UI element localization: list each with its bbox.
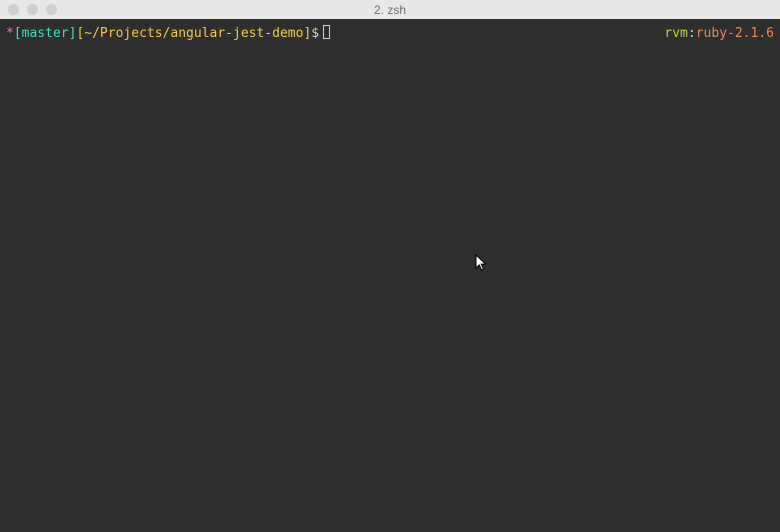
rvm-colon: : (688, 26, 696, 41)
prompt-line: *[master][~/Projects/angular-jest-demo]$… (6, 23, 774, 43)
close-icon[interactable] (8, 4, 19, 15)
git-dirty-indicator: * (6, 25, 14, 43)
prompt-left: *[master][~/Projects/angular-jest-demo]$ (6, 23, 330, 43)
branch-close-bracket: ] (69, 25, 77, 43)
mouse-pointer-icon (475, 254, 489, 272)
minimize-icon[interactable] (27, 4, 38, 15)
git-branch: master (22, 25, 69, 43)
window-title: 2. zsh (374, 3, 406, 17)
branch-open-bracket: [ (14, 25, 22, 43)
cursor-icon (323, 25, 330, 39)
traffic-lights (8, 4, 57, 15)
path-open-bracket: [ (76, 25, 84, 43)
prompt-right: rvm:ruby-2.1.6 (664, 25, 774, 43)
prompt-symbol: $ (311, 25, 319, 43)
terminal-area[interactable]: *[master][~/Projects/angular-jest-demo]$… (0, 19, 780, 532)
rvm-version: ruby-2.1.6 (696, 26, 774, 41)
path-close-bracket: ] (303, 25, 311, 43)
maximize-icon[interactable] (46, 4, 57, 15)
cwd-path: ~/Projects/angular-jest-demo (84, 25, 303, 43)
rvm-label: rvm (664, 26, 687, 41)
titlebar[interactable]: 2. zsh (0, 0, 780, 19)
